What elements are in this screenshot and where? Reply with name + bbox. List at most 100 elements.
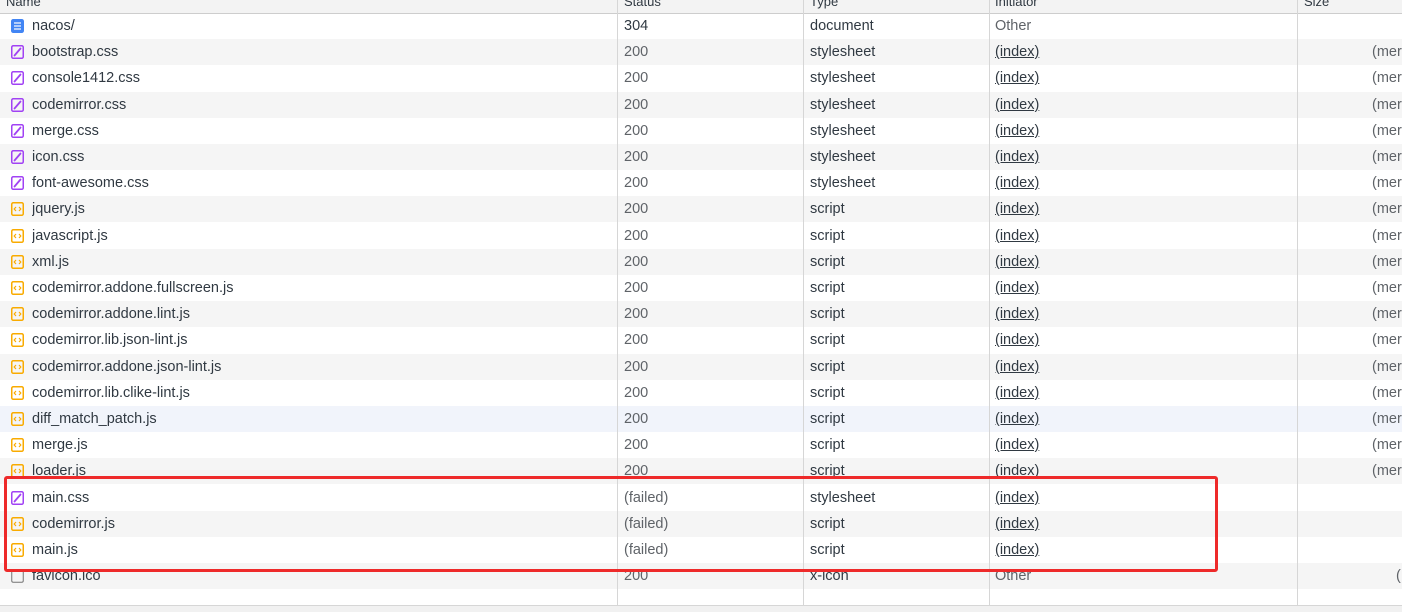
request-size: [1372, 511, 1402, 537]
table-row[interactable]: codemirror.addone.lint.js 200 script (index…: [0, 301, 1402, 328]
request-initiator[interactable]: (index): [995, 65, 1295, 91]
request-initiator[interactable]: (index): [995, 223, 1295, 249]
table-row[interactable]: main.js (failed) script (index): [0, 537, 1402, 563]
request-name: codemirror.lib.json-lint.js: [32, 332, 188, 349]
request-name: loader.js: [32, 463, 87, 480]
request-type: script: [810, 201, 845, 218]
table-header: Name Status Type Initiator Size: [0, 0, 1402, 14]
table-row[interactable]: xml.js 200 script (index) (mer: [0, 248, 1402, 275]
table-row[interactable]: codemirror.addone.fullscreen.js 200 script…: [0, 275, 1402, 301]
table-row[interactable]: codemirror.js (failed) script (index): [0, 510, 1402, 537]
script-icon: [11, 228, 24, 243]
request-size: (mer: [1372, 96, 1402, 113]
table-row[interactable]: nacos/304 document Other: [0, 13, 1402, 39]
request-type: script: [810, 437, 845, 454]
request-size: (mer: [1372, 411, 1402, 427]
request-initiator[interactable]: (index): [995, 118, 1295, 144]
request-type: stylesheet: [810, 149, 876, 165]
request-size: (mer: [1372, 358, 1402, 375]
request-status: 200: [624, 227, 649, 244]
request-initiator[interactable]: (index): [995, 144, 1295, 170]
request-name: main.css: [32, 489, 90, 506]
request-name: console1412.css: [32, 70, 141, 87]
request-size: (mer: [1372, 280, 1402, 296]
table-row[interactable]: merge.css 200 stylesheet (index) (mer: [0, 118, 1402, 144]
table-row[interactable]: codemirror.addone.json-lint.js 200 script (…: [0, 353, 1402, 380]
table-row[interactable]: console1412.css 200 stylesheet (index) (mer: [0, 65, 1402, 91]
table-row[interactable]: codemirror.lib.clike-lint.js 200 script (in…: [0, 380, 1402, 406]
request-status: 200: [624, 306, 649, 323]
request-initiator[interactable]: (index): [995, 196, 1295, 222]
request-status: 200: [624, 44, 649, 61]
table-row[interactable]: jquery.js 200 script (index) (mer: [0, 196, 1402, 223]
request-initiator[interactable]: (index): [995, 327, 1295, 353]
table-row[interactable]: font-awesome.css 200 stylesheet (index) (mer: [0, 170, 1402, 196]
request-status: 200: [624, 411, 649, 427]
column-header-name[interactable]: Name: [6, 0, 41, 9]
column-header-status[interactable]: Status: [624, 0, 661, 9]
script-icon: [11, 464, 24, 479]
request-initiator[interactable]: (index): [995, 537, 1295, 563]
request-status: (failed): [624, 515, 669, 532]
request-initiator[interactable]: (index): [995, 432, 1295, 458]
table-row[interactable]: icon.css 200 stylesheet (index) (mer: [0, 144, 1402, 170]
request-initiator[interactable]: (index): [995, 380, 1295, 406]
request-size: (mer: [1372, 201, 1402, 218]
request-status: 200: [624, 358, 649, 375]
request-name: codemirror.addone.json-lint.js: [32, 358, 222, 375]
request-size: [1372, 13, 1402, 39]
column-header-size[interactable]: Size: [1304, 0, 1329, 9]
table-row[interactable]: bootstrap.css 200 stylesheet (index) (mer: [0, 39, 1402, 66]
request-initiator[interactable]: (index): [995, 301, 1295, 327]
request-name: codemirror.lib.clike-lint.js: [32, 384, 190, 401]
request-size: (mer: [1372, 306, 1402, 323]
script-icon: [11, 385, 24, 400]
table-row[interactable]: codemirror.css 200 stylesheet (index) (mer: [0, 91, 1402, 118]
column-header-type[interactable]: Type: [810, 0, 838, 9]
request-size: (mer: [1372, 463, 1402, 480]
script-icon: [11, 307, 24, 322]
request-initiator[interactable]: (index): [995, 275, 1295, 301]
request-name: merge.css: [32, 122, 99, 139]
script-icon: [11, 202, 24, 217]
table-row[interactable]: main.css (failed) stylesheet (index): [0, 485, 1402, 511]
request-initiator[interactable]: (index): [995, 249, 1295, 275]
request-size: (mer: [1372, 122, 1402, 139]
request-status: 200: [624, 70, 649, 87]
script-icon: [11, 281, 24, 295]
request-size: (mer: [1372, 437, 1402, 454]
network-requests-table: Name Status Type Initiator Size nacos/30…: [0, 0, 1402, 612]
script-icon: [11, 438, 24, 453]
request-type: script: [810, 358, 845, 375]
stylesheet-icon: [11, 490, 24, 505]
request-name: bootstrap.css: [32, 44, 119, 61]
request-initiator[interactable]: (index): [995, 354, 1295, 380]
script-icon: [11, 254, 24, 269]
column-header-initiator[interactable]: Initiator: [995, 0, 1038, 9]
request-name: codemirror.js: [32, 515, 115, 532]
table-row[interactable]: merge.js 200 script (index) (mer: [0, 432, 1402, 458]
request-initiator[interactable]: (index): [995, 39, 1295, 65]
table-row[interactable]: loader.js 200 script (index) (mer: [0, 458, 1402, 485]
request-initiator[interactable]: (index): [995, 170, 1295, 196]
request-status: 200: [624, 175, 649, 192]
stylesheet-icon: [11, 97, 24, 112]
request-status: 200: [624, 568, 649, 585]
request-status: 200: [624, 253, 649, 270]
request-initiator[interactable]: (index): [995, 458, 1295, 484]
request-type: script: [810, 253, 845, 270]
request-initiator[interactable]: (index): [995, 406, 1295, 432]
request-size: (: [1396, 568, 1401, 585]
script-icon: [11, 333, 24, 348]
table-row[interactable]: javascript.js 200 script (index) (mer: [0, 223, 1402, 249]
request-type: stylesheet: [810, 70, 876, 87]
request-initiator[interactable]: (index): [995, 92, 1295, 118]
table-row[interactable]: codemirror.lib.json-lint.js 200 script (ind…: [0, 327, 1402, 353]
table-row[interactable]: diff_match_patch.js 200 script (index) (mer: [0, 406, 1402, 432]
request-size: (mer: [1372, 384, 1402, 401]
request-initiator[interactable]: (index): [995, 511, 1295, 537]
request-type: script: [810, 332, 845, 349]
request-initiator[interactable]: (index): [995, 485, 1295, 511]
request-status: 200: [624, 280, 649, 296]
table-row[interactable]: favicon.ico 200 x-icon Other (: [0, 563, 1402, 590]
